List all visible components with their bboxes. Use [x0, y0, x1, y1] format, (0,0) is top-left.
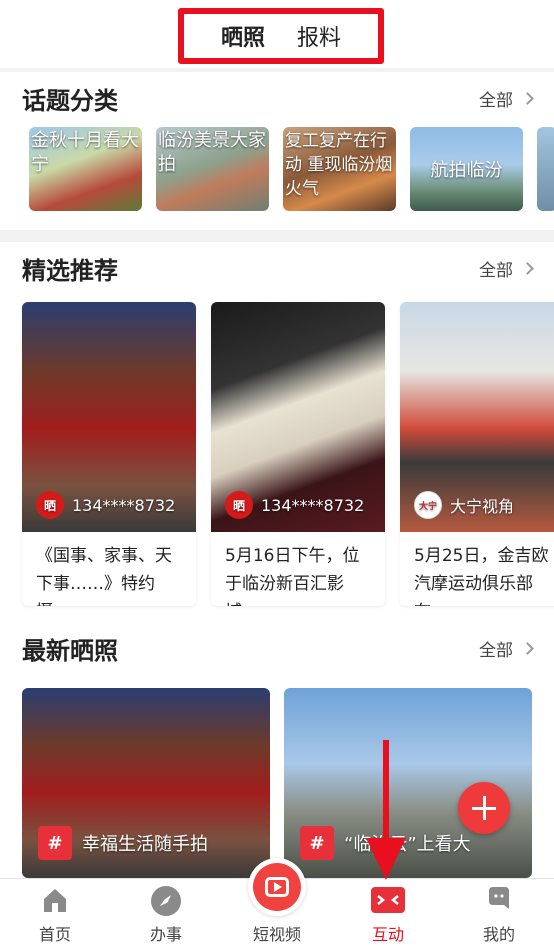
chevron-right-icon [521, 91, 534, 105]
topics-title: 话题分类 [22, 86, 118, 115]
latest-title: 最新晒照 [22, 636, 118, 665]
photo-tag: # 幸福生活随手拍 [38, 826, 208, 860]
nav-item-home[interactable]: 首页 [0, 879, 110, 950]
card-description: 5月25日，金吉欧汽摩运动俱乐部在… [414, 546, 549, 606]
short-video-button[interactable] [248, 858, 306, 916]
chevron-right-icon [521, 261, 534, 275]
featured-title: 精选推荐 [22, 256, 118, 285]
user-avatar: 晒 [36, 491, 64, 519]
tab-photos[interactable]: 晒照 [221, 20, 265, 52]
photo-tag-label: 幸福生活随手拍 [82, 834, 208, 855]
featured-card[interactable]: 大宁 大宁视角 5月25日，金吉欧汽摩运动俱乐部在… [400, 302, 554, 606]
card-user: 晒 134****8732 [36, 490, 175, 520]
topic-caption: 金秋十月看大宁 [31, 130, 139, 175]
card-user: 大宁 大宁视角 [414, 490, 514, 520]
topic-card[interactable]: 航拍临汾 [410, 127, 523, 211]
user-avatar: 大宁 [414, 491, 442, 519]
user-name: 134****8732 [261, 495, 365, 515]
topic-card[interactable]: 复工复产在行动 重现临汾烟火气 [283, 127, 396, 211]
featured-card[interactable]: 晒 134****8732 《国事、家事、天下事……》特约摄… [22, 302, 196, 606]
hashtag-icon: # [300, 826, 334, 860]
tab-report[interactable]: 报料 [297, 20, 341, 52]
nav-item-services[interactable]: 办事 [111, 879, 221, 950]
featured-more-link[interactable]: 全部 [479, 256, 534, 281]
photo-tag: # “临汾云”上看大 [300, 826, 471, 860]
topic-caption: 临汾美景大家拍 [158, 130, 266, 175]
tabs-highlight-box: 晒照 报料 [178, 8, 384, 64]
latest-more-link[interactable]: 全部 [479, 636, 534, 661]
latest-photos: # 幸福生活随手拍 # “临汾云”上看大 [0, 688, 554, 878]
add-post-button[interactable] [458, 782, 510, 834]
hashtag-icon: # [38, 826, 72, 860]
topics-more-link[interactable]: 全部 [479, 86, 534, 111]
card-user: 晒 134****8732 [225, 490, 364, 520]
user-avatar: 晒 [225, 491, 253, 519]
photo-tag-label: “临汾云”上看大 [344, 834, 471, 855]
featured-cards: 晒 134****8732 《国事、家事、天下事……》特约摄… 晒 134***… [0, 302, 554, 606]
user-name: 大宁视角 [450, 497, 515, 516]
nav-item-interact[interactable]: 互动 [333, 879, 443, 950]
topic-card[interactable]: 金秋十月看大宁 [29, 127, 142, 211]
topic-caption: 复工复产在行动 重现临汾烟火气 [285, 131, 393, 199]
user-name: 134****8732 [72, 495, 176, 515]
topic-caption: 航拍临汾 [430, 160, 503, 181]
topics-header: 话题分类 全部 [22, 72, 534, 124]
play-icon [253, 863, 301, 911]
featured-header: 精选推荐 全部 [22, 242, 534, 294]
card-description: 《国事、家事、天下事……》特约摄… [36, 546, 172, 606]
compass-icon [151, 886, 181, 916]
topic-card[interactable]: 临汾美景大家拍 [156, 127, 269, 211]
chevron-right-icon [521, 641, 534, 655]
page: 晒照 报料 话题分类 全部 金秋十月看大宁 临汾美景大家拍 复工复产在行动 重现… [0, 0, 554, 950]
latest-photo-card[interactable]: # “临汾云”上看大 [284, 688, 532, 878]
top-bar: 晒照 报料 [0, 0, 554, 68]
latest-header: 最新晒照 全部 [22, 622, 534, 674]
latest-photo-card[interactable]: # 幸福生活随手拍 [22, 688, 270, 878]
nav-item-me[interactable]: 我的 [444, 879, 554, 950]
home-icon [44, 889, 66, 912]
topics-list: 金秋十月看大宁 临汾美景大家拍 复工复产在行动 重现临汾烟火气 航拍临汾 [0, 127, 554, 211]
featured-card[interactable]: 晒 134****8732 5月16日下午，位于临汾新百汇影城… [211, 302, 385, 606]
profile-icon [489, 887, 509, 909]
interact-icon [371, 887, 405, 913]
card-description: 5月16日下午，位于临汾新百汇影城… [225, 546, 360, 606]
topic-card[interactable] [537, 127, 554, 211]
